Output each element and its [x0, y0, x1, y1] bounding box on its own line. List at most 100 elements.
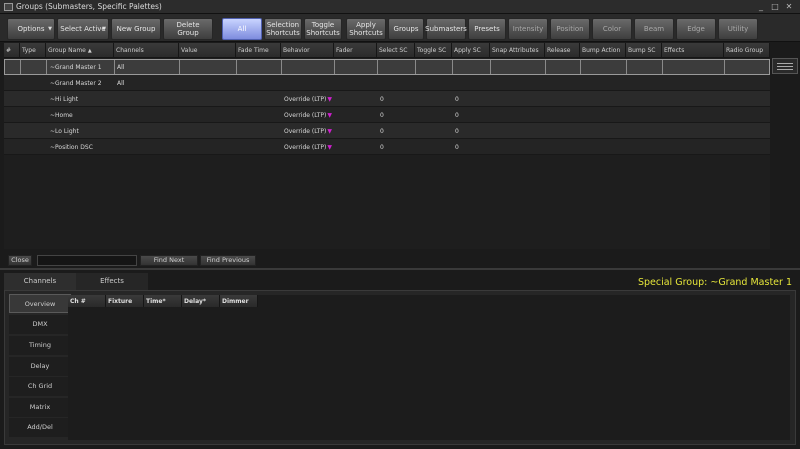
find-input[interactable] — [37, 255, 137, 266]
filter-beam-button[interactable]: Beam — [634, 18, 674, 40]
table-row[interactable]: ~Hi Light Override (LTP)▼ 0 0 — [4, 91, 770, 107]
minimize-icon[interactable]: _ — [756, 2, 766, 12]
channels-cell[interactable]: All — [115, 59, 180, 75]
column-header[interactable]: Behavior — [281, 43, 334, 58]
group-name-cell[interactable]: ~Grand Master 1 — [48, 59, 116, 75]
dropdown-icon[interactable]: ▼ — [327, 128, 332, 135]
apply-sc-cell[interactable] — [453, 59, 491, 75]
channels-cell[interactable] — [115, 107, 180, 123]
channels-cell[interactable] — [115, 91, 180, 107]
delete-group-button[interactable]: Delete Group — [163, 18, 213, 40]
select-sc-cell[interactable] — [378, 75, 416, 91]
behavior-cell[interactable]: Override (LTP)▼ — [282, 91, 335, 107]
select-sc-cell[interactable]: 0 — [378, 107, 416, 123]
dropdown-icon[interactable]: ▼ — [327, 112, 332, 119]
column-header[interactable]: Type — [20, 43, 46, 58]
window-title: Groups (Submasters, Specific Palettes) — [16, 2, 162, 11]
select-sc-cell[interactable]: 0 — [378, 139, 416, 155]
behavior-cell[interactable] — [282, 59, 335, 75]
column-header[interactable]: Fade Time — [236, 43, 281, 58]
channels-cell[interactable] — [115, 139, 180, 155]
toggle-shortcuts-button[interactable]: Toggle Shortcuts — [304, 18, 342, 40]
options-button[interactable]: Options ▼ — [7, 18, 55, 40]
tab-effects[interactable]: Effects — [76, 273, 148, 290]
filter-groups-button[interactable]: Groups — [388, 18, 424, 40]
tab-channels[interactable]: Channels — [4, 273, 76, 290]
column-header[interactable]: Channels — [114, 43, 179, 58]
apply-sc-cell[interactable]: 0 — [453, 91, 491, 107]
channel-column-header[interactable]: Time* — [144, 295, 182, 307]
column-header[interactable]: Value — [179, 43, 236, 58]
table-row[interactable]: ~Position DSC Override (LTP)▼ 0 0 — [4, 139, 770, 155]
filter-presets-button[interactable]: Presets — [468, 18, 506, 40]
column-header[interactable]: Snap Attributes — [490, 43, 545, 58]
column-header[interactable]: # — [4, 43, 20, 58]
new-group-button[interactable]: New Group — [111, 18, 161, 40]
column-header[interactable]: Group Name ▲ — [46, 43, 114, 58]
column-header[interactable]: Radio Group — [724, 43, 770, 58]
select-active-button[interactable]: Select Active ▼ — [57, 18, 109, 40]
channel-column-header[interactable]: Dimmer — [220, 295, 258, 307]
filter-intensity-button[interactable]: Intensity — [508, 18, 548, 40]
table-row[interactable]: ~Home Override (LTP)▼ 0 0 — [4, 107, 770, 123]
select-sc-cell[interactable] — [378, 59, 416, 75]
column-header[interactable]: Toggle SC — [415, 43, 452, 58]
side-button-ch-grid[interactable]: Ch Grid — [9, 377, 71, 396]
channel-column-header[interactable]: Delay* — [182, 295, 220, 307]
column-header[interactable]: Bump SC — [626, 43, 662, 58]
dropdown-icon[interactable]: ▼ — [327, 144, 332, 151]
behavior-cell[interactable]: Override (LTP)▼ — [282, 139, 335, 155]
group-name-cell[interactable]: ~Grand Master 2 — [48, 75, 116, 91]
filter-intensity-button-label: Intensity — [512, 25, 544, 33]
filter-edge-button[interactable]: Edge — [676, 18, 716, 40]
side-button-add-del[interactable]: Add/Del — [9, 418, 71, 437]
channel-column-header[interactable]: Fixture — [106, 295, 144, 307]
dropdown-icon[interactable]: ▼ — [327, 96, 332, 103]
find-next-button[interactable]: Find Next — [140, 255, 198, 266]
filter-submasters-button[interactable]: Submasters — [425, 18, 467, 40]
side-button-overview[interactable]: Overview — [9, 294, 71, 313]
filter-position-button[interactable]: Position — [550, 18, 590, 40]
close-find-button[interactable]: Close — [8, 255, 32, 266]
side-button-timing[interactable]: Timing — [9, 336, 71, 355]
apply-sc-cell[interactable]: 0 — [453, 139, 491, 155]
group-name-cell[interactable]: ~Lo Light — [48, 123, 116, 139]
select-sc-cell[interactable]: 0 — [378, 91, 416, 107]
chevron-down-icon: ▼ — [102, 26, 106, 32]
scroll-handle[interactable] — [772, 58, 798, 74]
channels-cell[interactable] — [115, 123, 180, 139]
column-header[interactable]: Apply SC — [452, 43, 490, 58]
column-header[interactable]: Effects — [662, 43, 724, 58]
side-button-delay[interactable]: Delay — [9, 357, 71, 376]
column-header[interactable]: Release — [545, 43, 580, 58]
behavior-cell[interactable]: Override (LTP)▼ — [282, 107, 335, 123]
behavior-cell[interactable]: Override (LTP)▼ — [282, 123, 335, 139]
group-name-cell[interactable]: ~Home — [48, 107, 116, 123]
filter-all-button[interactable]: All — [222, 18, 262, 40]
filter-color-button[interactable]: Color — [592, 18, 632, 40]
apply-sc-cell[interactable]: 0 — [453, 123, 491, 139]
find-previous-button[interactable]: Find Previous — [200, 255, 256, 266]
channels-cell[interactable]: All — [115, 75, 180, 91]
apply-sc-cell[interactable] — [453, 75, 491, 91]
filter-utility-button[interactable]: Utility — [718, 18, 758, 40]
column-header[interactable]: Select SC — [377, 43, 415, 58]
table-row[interactable]: ~Grand Master 2 All — [4, 75, 770, 91]
apply-shortcuts-button[interactable]: Apply Shortcuts — [346, 18, 386, 40]
filter-position-button-label: Position — [556, 25, 584, 33]
column-header[interactable]: Fader — [334, 43, 377, 58]
selection-shortcuts-button[interactable]: Selection Shortcuts — [264, 18, 302, 40]
apply-sc-cell[interactable]: 0 — [453, 107, 491, 123]
column-header[interactable]: Bump Action — [580, 43, 626, 58]
group-name-cell[interactable]: ~Position DSC — [48, 139, 116, 155]
maximize-icon[interactable]: □ — [770, 2, 780, 12]
table-row[interactable]: ~Lo Light Override (LTP)▼ 0 0 — [4, 123, 770, 139]
select-sc-cell[interactable]: 0 — [378, 123, 416, 139]
side-button-dmx[interactable]: DMX — [9, 315, 71, 334]
group-name-cell[interactable]: ~Hi Light — [48, 91, 116, 107]
channel-column-header[interactable]: Ch # — [68, 295, 106, 307]
side-button-matrix[interactable]: Matrix — [9, 398, 71, 417]
behavior-cell[interactable] — [282, 75, 335, 91]
close-icon[interactable]: ✕ — [784, 2, 794, 12]
table-row[interactable]: ~Grand Master 1 All — [4, 59, 770, 75]
